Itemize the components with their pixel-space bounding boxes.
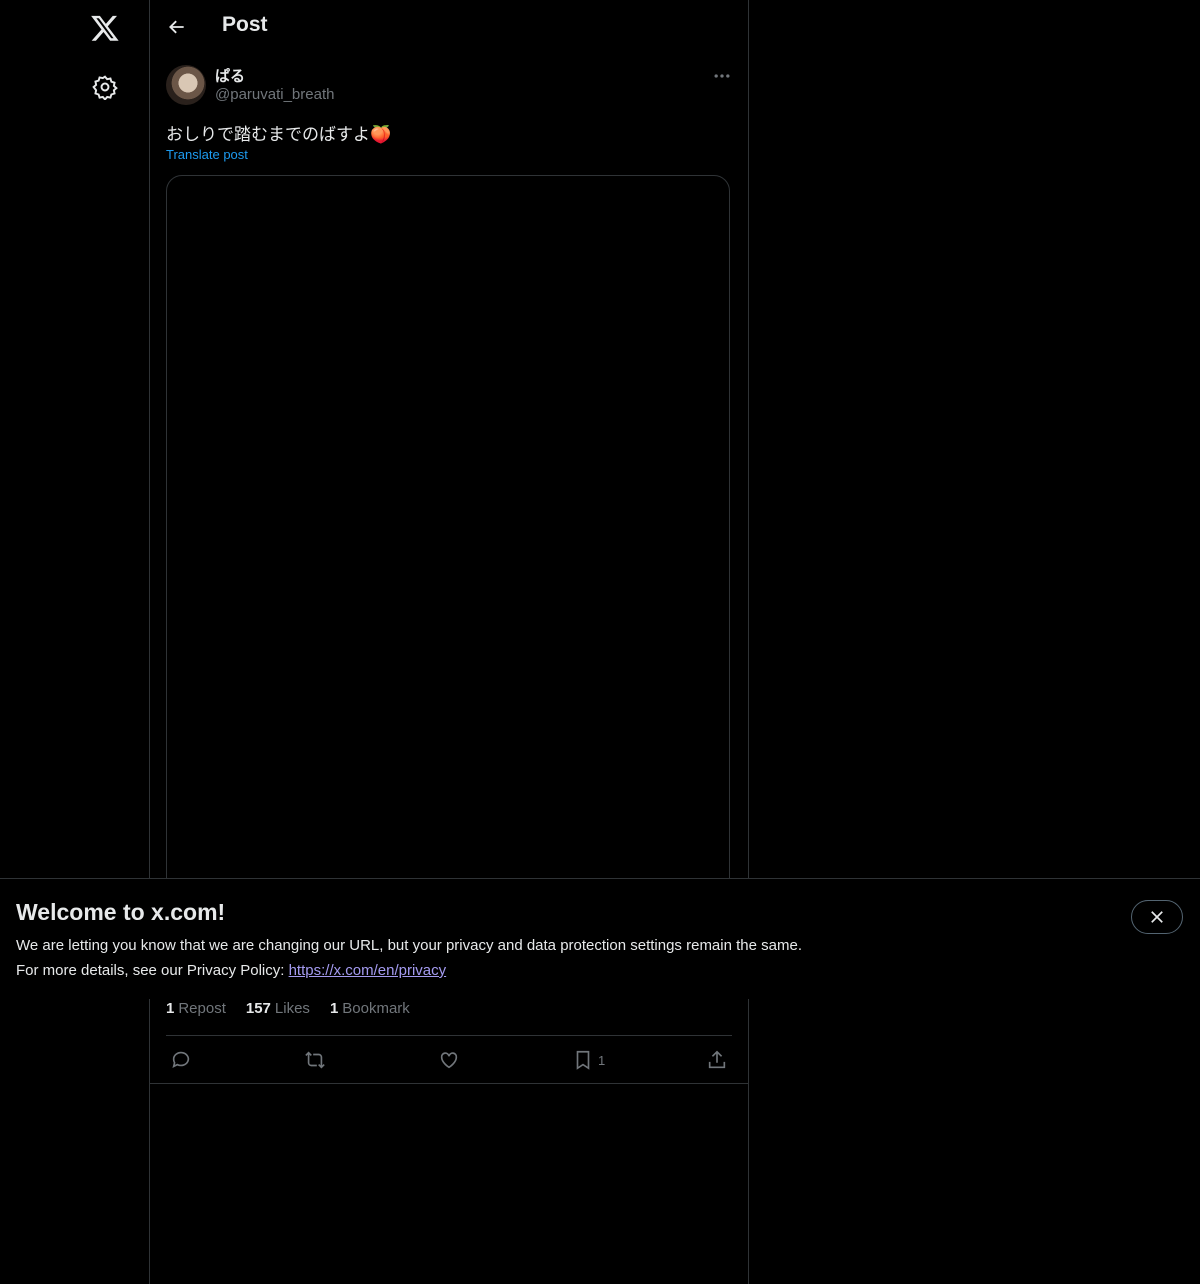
- main-column: Post ぱる @paruvati_breath おしりで踏むまでのばすよ🍑 T…: [149, 0, 749, 1284]
- post-stats: 1 Repost 157 Likes 1 Bookmark: [166, 1000, 410, 1017]
- more-icon[interactable]: [712, 66, 732, 86]
- handle[interactable]: @paruvati_breath: [215, 86, 334, 103]
- share-icon[interactable]: [706, 1049, 728, 1071]
- left-nav: [0, 0, 149, 1284]
- repost-icon[interactable]: [304, 1049, 326, 1071]
- back-arrow-icon[interactable]: [167, 17, 187, 37]
- action-bar: 1: [150, 1036, 748, 1083]
- divider: [150, 1083, 748, 1084]
- reply-icon[interactable]: [170, 1049, 192, 1071]
- banner-policy-text: For more details, see our Privacy Policy…: [16, 962, 447, 979]
- post-media[interactable]: [166, 175, 730, 935]
- privacy-policy-link[interactable]: https://x.com/en/privacy: [289, 962, 447, 979]
- avatar[interactable]: [166, 65, 206, 105]
- post-text: おしりで踏むまでのばすよ🍑: [166, 125, 392, 144]
- gear-icon[interactable]: [92, 74, 118, 101]
- likes-stat[interactable]: 157 Likes: [246, 1000, 310, 1017]
- x-logo-icon[interactable]: [90, 13, 120, 43]
- close-button[interactable]: [1131, 900, 1183, 934]
- page-title: Post: [222, 13, 268, 36]
- banner-title: Welcome to x.com!: [16, 899, 226, 925]
- bookmark-icon[interactable]: [572, 1049, 594, 1071]
- translate-post-link[interactable]: Translate post: [166, 147, 248, 162]
- url-change-banner: Welcome to x.com! We are letting you kno…: [0, 878, 1200, 999]
- display-name[interactable]: ぱる: [215, 65, 245, 86]
- bookmark-count: 1: [598, 1053, 606, 1068]
- bookmarks-stat[interactable]: 1 Bookmark: [330, 1000, 410, 1017]
- header: Post: [150, 0, 748, 54]
- like-icon[interactable]: [438, 1049, 460, 1071]
- close-icon: [1151, 911, 1163, 923]
- banner-text: We are letting you know that we are chan…: [16, 937, 802, 954]
- reposts-stat[interactable]: 1 Repost: [166, 1000, 226, 1017]
